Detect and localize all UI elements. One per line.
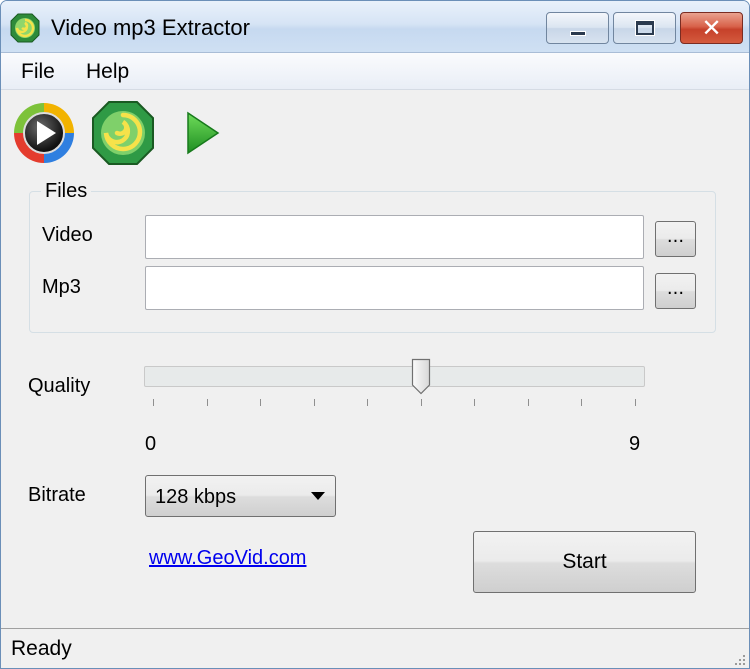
video-browse-button[interactable]: ... [655,221,696,257]
minimize-button[interactable] [546,12,609,44]
close-icon: ✕ [701,14,722,42]
quality-tick [206,399,208,406]
quality-label: Quality [28,375,91,397]
quality-tick [260,399,262,406]
bitrate-dropdown[interactable]: 128 kbps [145,475,336,517]
quality-tick [153,399,154,406]
minimize-icon [569,30,586,36]
play-icon[interactable] [185,110,221,156]
app-window: Video mp3 Extractor ✕ File Help Files Vi… [0,0,750,669]
maximize-button[interactable] [613,12,676,44]
quality-tick [635,399,636,406]
mp3-browse-button[interactable]: ... [655,273,696,309]
menu-bar: File Help [1,53,749,90]
quality-min-label: 0 [145,433,157,455]
menu-help[interactable]: Help [82,60,133,84]
quality-tick [527,399,529,406]
maximize-icon [635,21,654,35]
video-path-input[interactable] [145,215,644,259]
geovid-logo-icon[interactable] [91,100,155,166]
quality-max-label: 9 [629,433,641,455]
media-player-icon[interactable] [13,102,75,164]
quality-tick [581,399,583,406]
mp3-label: Mp3 [42,276,81,298]
bitrate-selected-value: 128 kbps [155,486,237,508]
files-group [29,191,716,333]
quality-slider-thumb[interactable] [411,358,431,395]
quality-tick [474,399,476,406]
status-text: Ready [11,637,72,660]
quality-tick [367,399,369,406]
dropdown-arrow-icon [311,492,325,500]
files-group-legend: Files [41,180,92,203]
bitrate-label: Bitrate [28,484,86,506]
quality-tick [420,399,422,406]
geovid-link[interactable]: www.GeoVid.com [149,547,306,570]
window-title: Video mp3 Extractor [51,15,250,40]
start-button[interactable]: Start [473,531,696,593]
video-label: Video [42,224,93,246]
status-bar: Ready [1,628,749,668]
menu-file[interactable]: File [17,60,59,84]
mp3-path-input[interactable] [145,266,644,310]
quality-tick [313,399,315,406]
close-button[interactable]: ✕ [680,12,743,44]
quality-slider-track[interactable] [144,366,645,387]
resize-grip-icon[interactable] [734,654,746,666]
title-bar[interactable]: Video mp3 Extractor ✕ [1,1,749,53]
app-icon [10,13,40,43]
